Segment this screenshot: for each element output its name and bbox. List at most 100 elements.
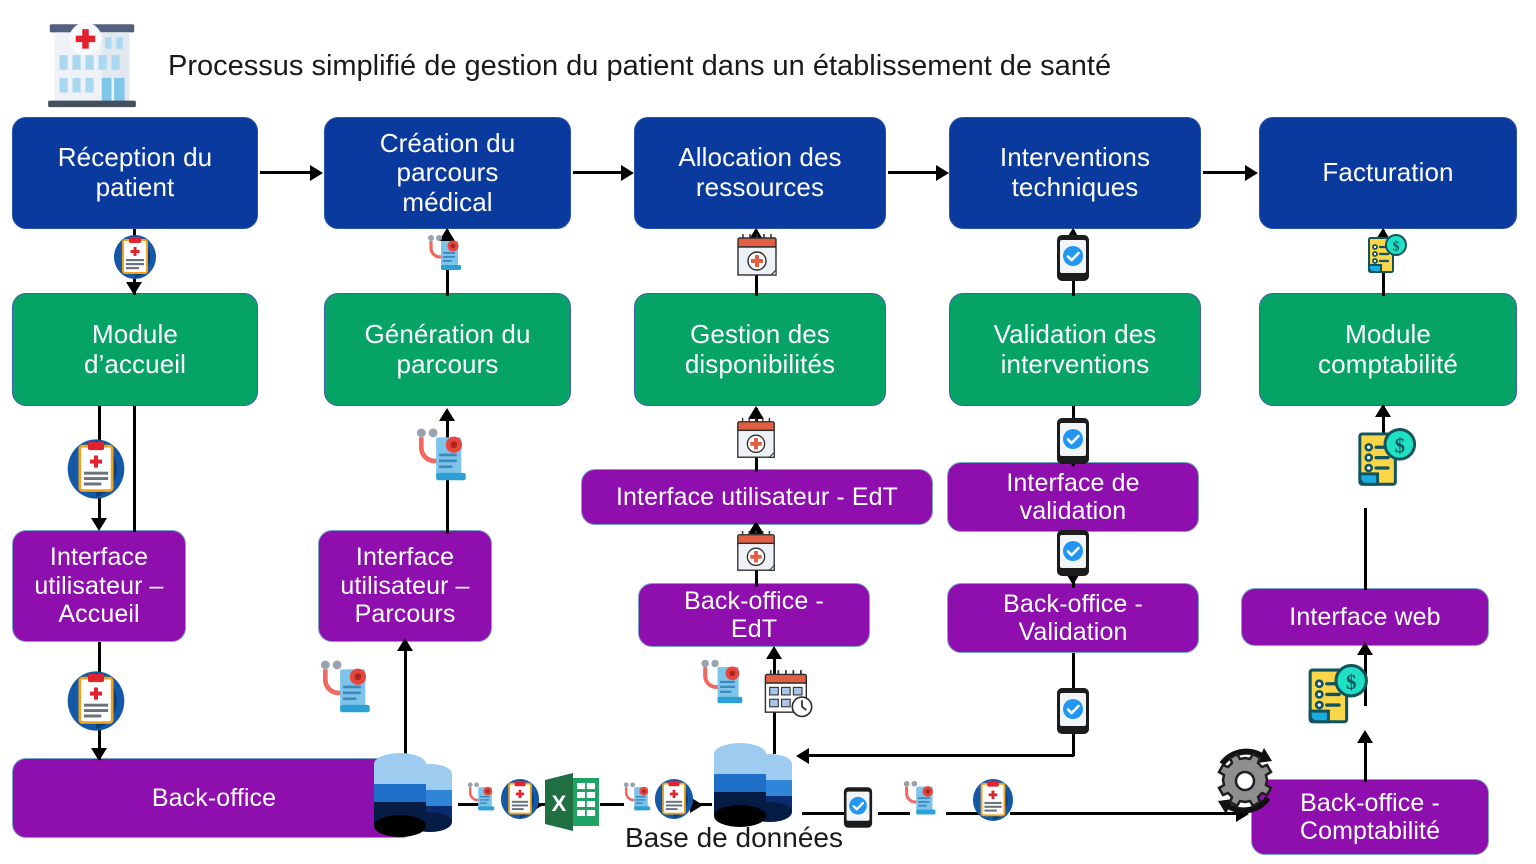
node-line-2: parcours	[396, 348, 499, 379]
flow-arrow-line	[888, 171, 938, 174]
connector-line	[133, 406, 136, 532]
node-line-2: patient	[95, 172, 175, 202]
node-line-1: Module	[1345, 318, 1431, 349]
svg-text:X: X	[552, 791, 567, 816]
node-line-1: Back-office -	[684, 586, 824, 615]
node-label: Back-office - Comptabilité	[1288, 789, 1452, 846]
node-line-2: d’accueil	[83, 348, 187, 379]
medical-clipboard-icon	[972, 778, 1014, 822]
process-node-interventions-techniques[interactable]: Interventions techniques	[949, 117, 1201, 229]
connector-arrow-up	[1357, 642, 1373, 655]
node-label: Interface de validation	[994, 469, 1151, 526]
module-node-generation-parcours[interactable]: Génération du parcours	[324, 293, 571, 406]
node-line-1: Interventions	[999, 142, 1151, 173]
node-line-1: Gestion des	[690, 318, 830, 349]
node-line-1: Réception du	[57, 142, 213, 173]
interface-node-parcours[interactable]: Interface utilisateur – Parcours	[318, 530, 492, 642]
flow-arrow-line	[1203, 171, 1247, 174]
stethoscope-report-icon	[694, 656, 756, 718]
medical-clipboard-icon	[66, 438, 126, 500]
calendar-clock-icon	[760, 668, 816, 724]
node-line-3: Parcours	[354, 600, 456, 629]
backoffice-node-edt[interactable]: Back-office - EdT	[638, 583, 870, 647]
stethoscope-report-icon	[619, 780, 659, 820]
flow-arrow-head	[936, 165, 949, 181]
module-node-comptabilite[interactable]: Module comptabilité	[1259, 293, 1517, 406]
node-label: Gestion des disponibilités	[673, 318, 847, 379]
node-line-1: Back-office	[151, 783, 277, 812]
mobile-validation-icon	[843, 786, 873, 829]
medical-calendar-icon	[733, 529, 779, 575]
hospital-icon	[40, 8, 144, 112]
node-label: Back-office - EdT	[672, 587, 836, 644]
medical-clipboard-icon	[500, 778, 540, 820]
node-label: Allocation des ressources	[666, 143, 853, 202]
node-line-2: EdT	[730, 615, 778, 643]
node-label: Génération du parcours	[352, 318, 542, 379]
node-line-1: Création du	[379, 127, 516, 158]
node-line-2: utilisateur –	[34, 571, 164, 600]
node-label: Réception du patient	[46, 143, 224, 202]
interface-node-accueil[interactable]: Interface utilisateur – Accueil	[12, 530, 186, 642]
invoice-dollar-icon: $	[1361, 234, 1411, 284]
interface-node-edt[interactable]: Interface utilisateur - EdT	[581, 469, 933, 525]
process-node-facturation[interactable]: Facturation	[1259, 117, 1517, 229]
svg-text:$: $	[1346, 670, 1357, 694]
interface-node-validation[interactable]: Interface de validation	[947, 462, 1199, 532]
process-node-allocation-ressources[interactable]: Allocation des ressources	[634, 117, 886, 229]
stethoscope-report-icon	[408, 424, 482, 498]
flow-arrow-head	[310, 165, 323, 181]
stethoscope-report-icon	[312, 656, 386, 730]
connector-arrow-up	[1375, 404, 1391, 417]
connector-arrow-up	[766, 646, 782, 659]
module-node-gestion-disponibilites[interactable]: Gestion des disponibilités	[634, 293, 886, 406]
node-line-1: Validation des	[993, 318, 1157, 349]
database-icon	[364, 748, 464, 848]
invoice-dollar-icon: $	[1348, 428, 1422, 502]
node-label: Interventions techniques	[988, 143, 1162, 202]
node-line-1: Back-office -	[1003, 589, 1143, 618]
interface-node-web[interactable]: Interface web	[1241, 588, 1489, 646]
backoffice-node-main[interactable]: Back-office	[12, 758, 416, 838]
mobile-validation-icon	[1056, 529, 1090, 577]
node-line-1: Génération du	[364, 318, 531, 349]
module-node-accueil[interactable]: Module d’accueil	[12, 293, 258, 406]
node-label: Back-office - Validation	[991, 590, 1155, 647]
connector-line	[1364, 738, 1367, 782]
connector-line	[1364, 508, 1367, 590]
process-node-reception-patient[interactable]: Réception du patient	[12, 117, 258, 229]
feedback-arrow-line	[800, 754, 1074, 757]
flow-arrow-line	[260, 171, 312, 174]
mobile-validation-icon	[1056, 687, 1090, 735]
svg-text:$: $	[1395, 435, 1405, 457]
node-line-2: Validation	[1018, 618, 1128, 646]
medical-calendar-icon	[733, 416, 779, 462]
connector-arrow-down	[126, 282, 142, 295]
flow-arrow-head	[1245, 165, 1258, 181]
process-node-creation-parcours[interactable]: Création du parcours médical	[324, 117, 571, 229]
gear-refresh-icon	[1202, 738, 1288, 824]
node-label: Facturation	[1310, 158, 1465, 188]
node-line-2: interventions	[1000, 348, 1150, 379]
page-title: Processus simplifié de gestion du patien…	[168, 50, 1112, 82]
excel-icon: X	[543, 770, 601, 834]
connector-arrow-down	[91, 748, 107, 761]
node-label: Module d’accueil	[72, 319, 198, 379]
node-label: Création du parcours médical	[368, 127, 528, 218]
mobile-validation-icon	[1056, 417, 1090, 465]
node-line-1: Interface	[49, 543, 149, 572]
node-line-2: parcours	[396, 157, 499, 188]
svg-text:$: $	[1393, 240, 1400, 255]
node-label: Back-office	[140, 784, 288, 813]
module-node-validation-interventions[interactable]: Validation des interventions	[949, 293, 1201, 406]
stethoscope-report-icon	[463, 780, 503, 820]
node-line-1: Interface web	[1289, 602, 1441, 631]
node-line-2: validation	[1019, 497, 1127, 525]
node-line-2: comptabilité	[1318, 348, 1458, 379]
medical-clipboard-icon	[654, 778, 694, 820]
node-label: Interface utilisateur – Parcours	[328, 543, 481, 629]
node-line-2: ressources	[695, 172, 825, 202]
node-line-1: Interface	[355, 543, 455, 572]
stethoscope-report-icon	[422, 232, 472, 282]
backoffice-node-validation[interactable]: Back-office - Validation	[947, 583, 1199, 653]
